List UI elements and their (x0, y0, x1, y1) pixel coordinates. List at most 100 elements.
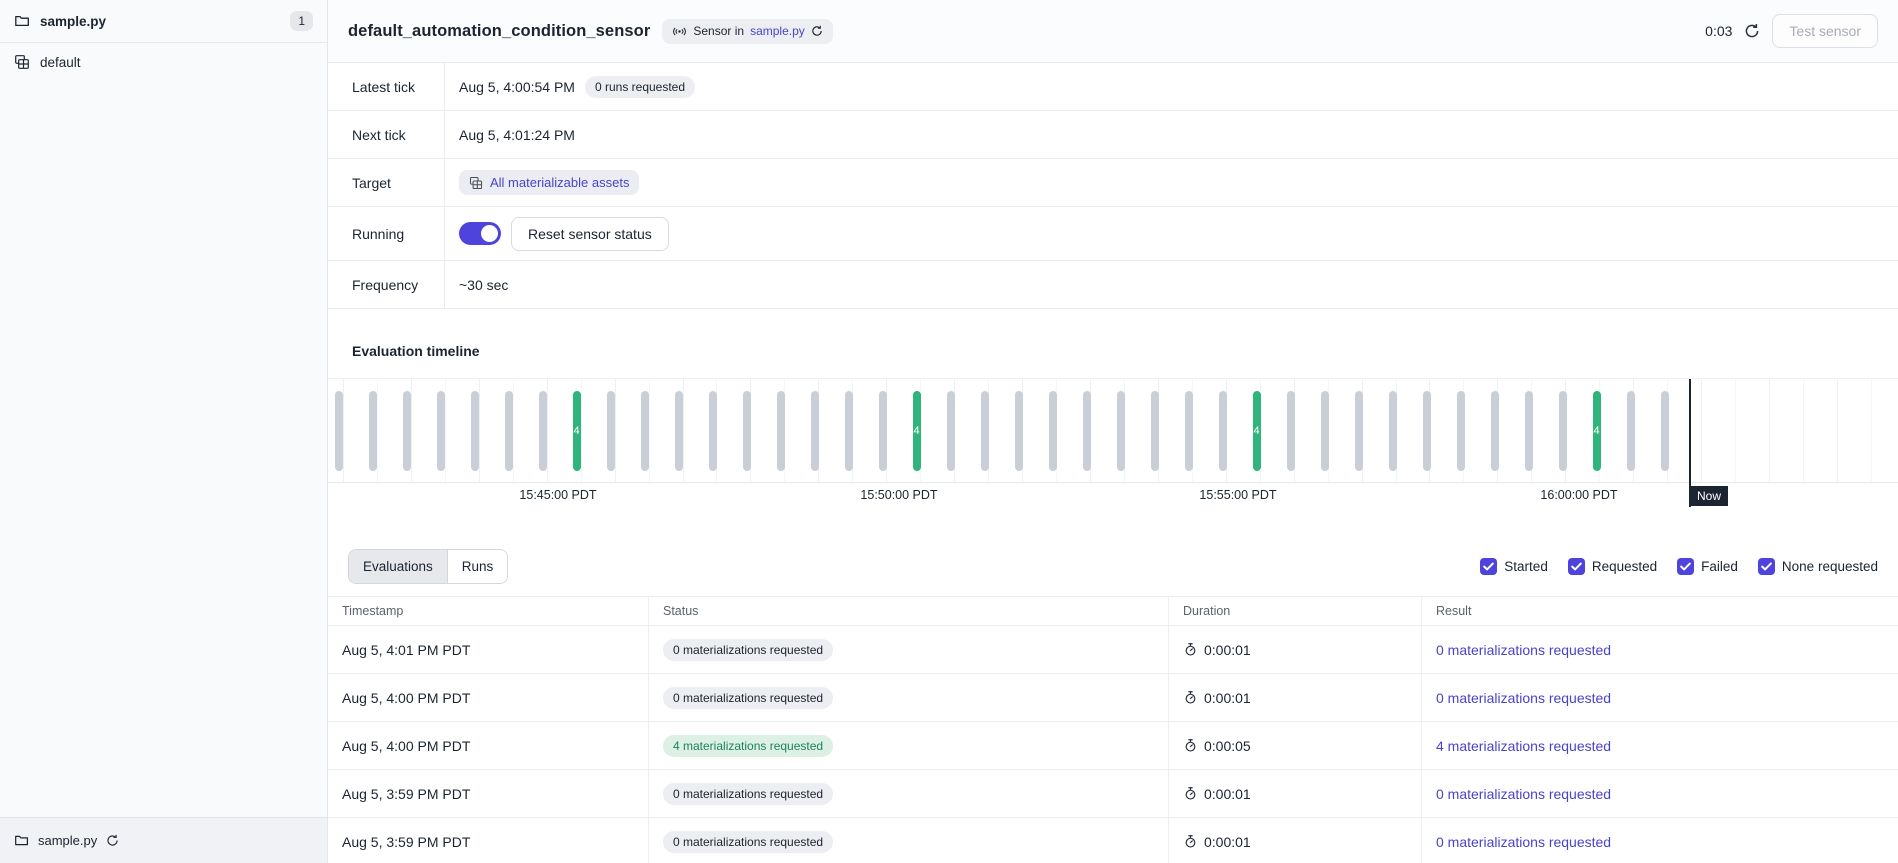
timeline-tick-bar[interactable] (1287, 391, 1295, 471)
timeline-tick-bar[interactable] (1117, 391, 1125, 471)
latest-tick-row: Latest tick Aug 5, 4:00:54 PM 0 runs req… (328, 63, 1898, 111)
timeline-tick-bar[interactable] (335, 391, 343, 471)
timeline-tick-bar[interactable] (811, 391, 819, 471)
timeline-tick-bar[interactable] (369, 391, 377, 471)
timeline-tick-bar[interactable] (947, 391, 955, 471)
test-sensor-button[interactable]: Test sensor (1772, 14, 1878, 48)
timeline-tick-bar[interactable] (1185, 391, 1193, 471)
timeline-tick-bar-requested[interactable]: 4 (1593, 391, 1601, 471)
timeline-tick-bar[interactable] (1491, 391, 1499, 471)
timeline-tick-bar[interactable] (1457, 391, 1465, 471)
timeline-tick-bar[interactable] (1525, 391, 1533, 471)
timeline-tick-bar[interactable] (1355, 391, 1363, 471)
timeline-tick-bar[interactable] (777, 391, 785, 471)
cell-result: 0 materializations requested (1421, 674, 1898, 722)
evaluation-row[interactable]: Aug 5, 4:01 PM PDT0 materializations req… (328, 626, 1898, 674)
filter-started[interactable]: Started (1480, 558, 1548, 575)
cell-duration: 0:00:01 (1168, 818, 1421, 863)
timeline-tick-bar[interactable] (1219, 391, 1227, 471)
evaluation-row[interactable]: Aug 5, 4:00 PM PDT4 materializations req… (328, 722, 1898, 770)
result-link[interactable]: 0 materializations requested (1436, 834, 1611, 850)
frequency-label: Frequency (328, 261, 445, 308)
timeline-tick-bar[interactable] (981, 391, 989, 471)
timeline-tick-bar[interactable] (437, 391, 445, 471)
duration-value: 0:00:05 (1204, 738, 1251, 754)
timeline-tick-bar[interactable] (709, 391, 717, 471)
status-filters: Started Requested Failed None requested (1480, 558, 1878, 575)
timeline-tick-bar[interactable] (1559, 391, 1567, 471)
filter-requested[interactable]: Requested (1568, 558, 1657, 575)
result-link[interactable]: 0 materializations requested (1436, 642, 1611, 658)
running-toggle[interactable] (459, 222, 501, 245)
timeline-gridline (1701, 379, 1702, 482)
sidebar: sample.py 1 default sample.py (0, 0, 328, 863)
target-row: Target All materializable assets (328, 159, 1898, 207)
result-link[interactable]: 0 materializations requested (1436, 786, 1611, 802)
running-label: Running (328, 207, 445, 260)
timeline-tick-bar[interactable] (505, 391, 513, 471)
timeline-tick-bar[interactable] (471, 391, 479, 471)
duration-value: 0:00:01 (1204, 786, 1251, 802)
timeline-tick-bar-requested[interactable]: 4 (573, 391, 581, 471)
timeline-gridline (1871, 379, 1872, 482)
sensor-antenna-icon (672, 24, 687, 39)
stopwatch-icon (1183, 690, 1198, 705)
result-link[interactable]: 0 materializations requested (1436, 690, 1611, 706)
cell-status: 0 materializations requested (648, 626, 1168, 674)
sidebar-item-default[interactable]: default (0, 43, 327, 81)
timeline-tick-bar[interactable] (1083, 391, 1091, 471)
evaluation-timeline-chart[interactable]: 444415:45:00 PDT15:50:00 PDT15:55:00 PDT… (328, 378, 1898, 483)
timeline-tick-bar[interactable] (607, 391, 615, 471)
target-assets-chip[interactable]: All materializable assets (459, 170, 639, 195)
evaluation-row[interactable]: Aug 5, 3:59 PM PDT0 materializations req… (328, 818, 1898, 863)
checkbox-icon[interactable] (1758, 558, 1775, 575)
timeline-tick-bar-requested[interactable]: 4 (1253, 391, 1261, 471)
checkbox-icon[interactable] (1568, 558, 1585, 575)
checkbox-icon[interactable] (1677, 558, 1694, 575)
evaluation-row[interactable]: Aug 5, 4:00 PM PDT0 materializations req… (328, 674, 1898, 722)
timeline-tick-bar[interactable] (845, 391, 853, 471)
cell-status: 0 materializations requested (648, 818, 1168, 863)
tab-runs[interactable]: Runs (447, 550, 508, 583)
checkbox-icon[interactable] (1480, 558, 1497, 575)
frequency-value: ~30 sec (459, 277, 508, 293)
timeline-tick-bar[interactable] (539, 391, 547, 471)
status-badge: 0 materializations requested (663, 783, 833, 805)
cell-duration: 0:00:01 (1168, 674, 1421, 722)
timeline-tick-bar[interactable] (1627, 391, 1635, 471)
reload-location-icon[interactable] (106, 834, 119, 847)
target-label: Target (328, 159, 445, 206)
timeline-tick-bar[interactable] (1049, 391, 1057, 471)
timeline-tick-bar[interactable] (1389, 391, 1397, 471)
timeline-tick-bar[interactable] (1151, 391, 1159, 471)
refresh-button[interactable] (1744, 23, 1760, 39)
cell-timestamp: Aug 5, 3:59 PM PDT (328, 770, 648, 818)
timeline-tick-bar[interactable] (743, 391, 751, 471)
sidebar-code-location-header[interactable]: sample.py 1 (0, 0, 327, 43)
cell-status: 0 materializations requested (648, 770, 1168, 818)
sensor-file-link[interactable]: sample.py (750, 24, 805, 38)
evaluation-row[interactable]: Aug 5, 3:59 PM PDT 0 materializations req… (328, 770, 1898, 818)
filter-failed[interactable]: Failed (1677, 558, 1738, 575)
timeline-tick-bar[interactable] (1015, 391, 1023, 471)
timeline-tick-bar[interactable] (1661, 391, 1669, 471)
cell-duration: 0:00:01 (1168, 770, 1421, 818)
timeline-gridline (581, 379, 582, 482)
badge-refresh-icon[interactable] (811, 25, 823, 37)
cell-status: 4 materializations requested (648, 722, 1168, 770)
result-link[interactable]: 4 materializations requested (1436, 738, 1611, 754)
timeline-tick-bar[interactable] (1321, 391, 1329, 471)
cell-timestamp: Aug 5, 3:59 PM PDT (328, 818, 648, 863)
folder-icon (14, 833, 29, 848)
filter-none-requested[interactable]: None requested (1758, 558, 1878, 575)
timeline-tick-bar[interactable] (641, 391, 649, 471)
timeline-tick-bar[interactable] (1423, 391, 1431, 471)
reset-sensor-status-button[interactable]: Reset sensor status (511, 217, 669, 251)
timeline-tick-bar[interactable] (403, 391, 411, 471)
timeline-tick-bar-requested[interactable]: 4 (913, 391, 921, 471)
tab-evaluations[interactable]: Evaluations (349, 550, 447, 583)
timeline-tick-bar[interactable] (879, 391, 887, 471)
asset-table-icon (469, 176, 483, 190)
timeline-tick-bar[interactable] (675, 391, 683, 471)
duration-value: 0:00:01 (1204, 690, 1251, 706)
